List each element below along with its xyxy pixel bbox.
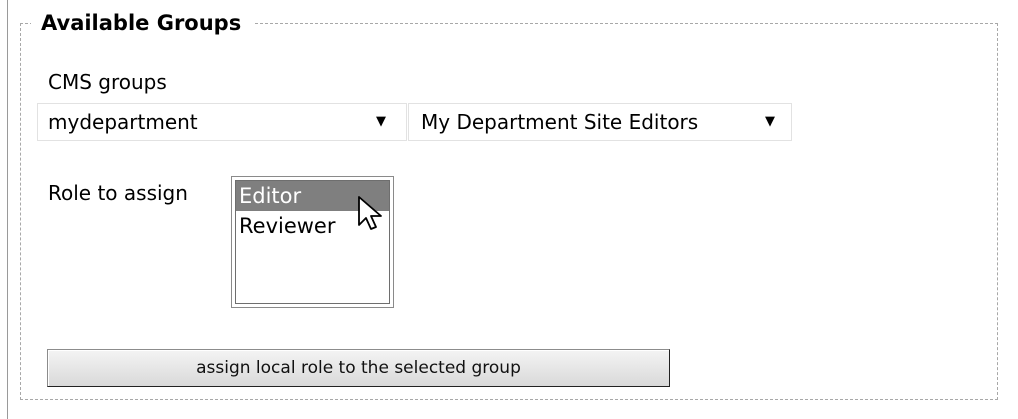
department-select-value: mydepartment [48,110,198,134]
dropdown-arrow-icon[interactable]: ▼ [765,104,775,140]
group-select[interactable]: My Department Site Editors ▼ [408,103,792,141]
available-groups-legend: Available Groups [41,11,242,35]
mouse-pointer-icon [358,196,382,230]
group-select-value: My Department Site Editors [421,110,699,134]
assign-role-button[interactable]: assign local role to the selected group [47,349,670,387]
cms-groups-label: CMS groups [48,70,167,94]
dropdown-arrow-icon[interactable]: ▼ [376,104,386,140]
role-to-assign-label: Role to assign [48,181,188,205]
page-left-border [7,0,8,419]
department-select[interactable]: mydepartment ▼ [37,103,407,141]
